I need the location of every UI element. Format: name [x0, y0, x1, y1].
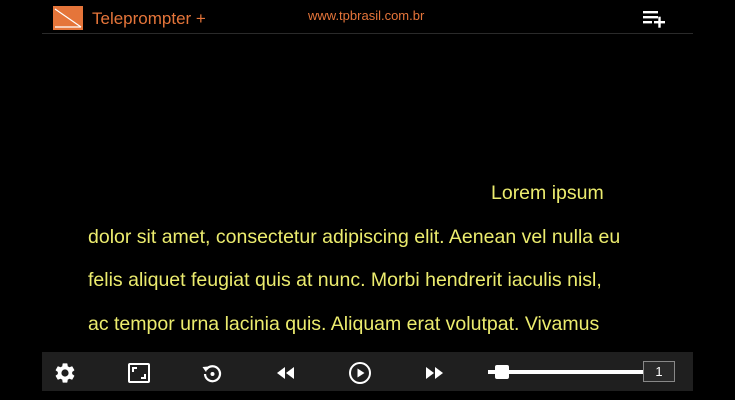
- speed-slider[interactable]: [488, 365, 645, 379]
- app-logo: [53, 6, 83, 30]
- app-title: Teleprompter +: [92, 9, 206, 28]
- restart-icon[interactable]: [200, 361, 224, 385]
- rewind-icon[interactable]: [274, 361, 298, 385]
- play-icon[interactable]: [348, 361, 372, 385]
- website-url[interactable]: www.tpbrasil.com.br: [308, 8, 424, 23]
- script-line: ac tempor urna lacinia quis. Aliquam era…: [88, 312, 600, 335]
- playlist-add-icon[interactable]: [642, 7, 668, 29]
- script-text-area[interactable]: Lorem ipsum dolor sit amet, consectetur …: [88, 172, 648, 350]
- slider-thumb[interactable]: [495, 365, 509, 379]
- script-line: felis aliquet feugiat quis at nunc. Morb…: [88, 269, 602, 291]
- slider-track: [488, 370, 645, 374]
- app-header: Teleprompter + www.tpbrasil.com.br: [42, 0, 693, 34]
- teleprompter-app: Teleprompter + www.tpbrasil.com.br Lorem…: [42, 0, 693, 400]
- script-line: Lorem ipsum: [491, 182, 604, 204]
- fullscreen-icon[interactable]: [127, 361, 151, 385]
- speed-value[interactable]: 1: [643, 361, 675, 382]
- script-line: dolor sit amet, consectetur adipiscing e…: [88, 225, 621, 248]
- settings-icon[interactable]: [53, 361, 77, 385]
- fast-forward-icon[interactable]: [422, 361, 446, 385]
- control-bar: 1: [42, 352, 693, 391]
